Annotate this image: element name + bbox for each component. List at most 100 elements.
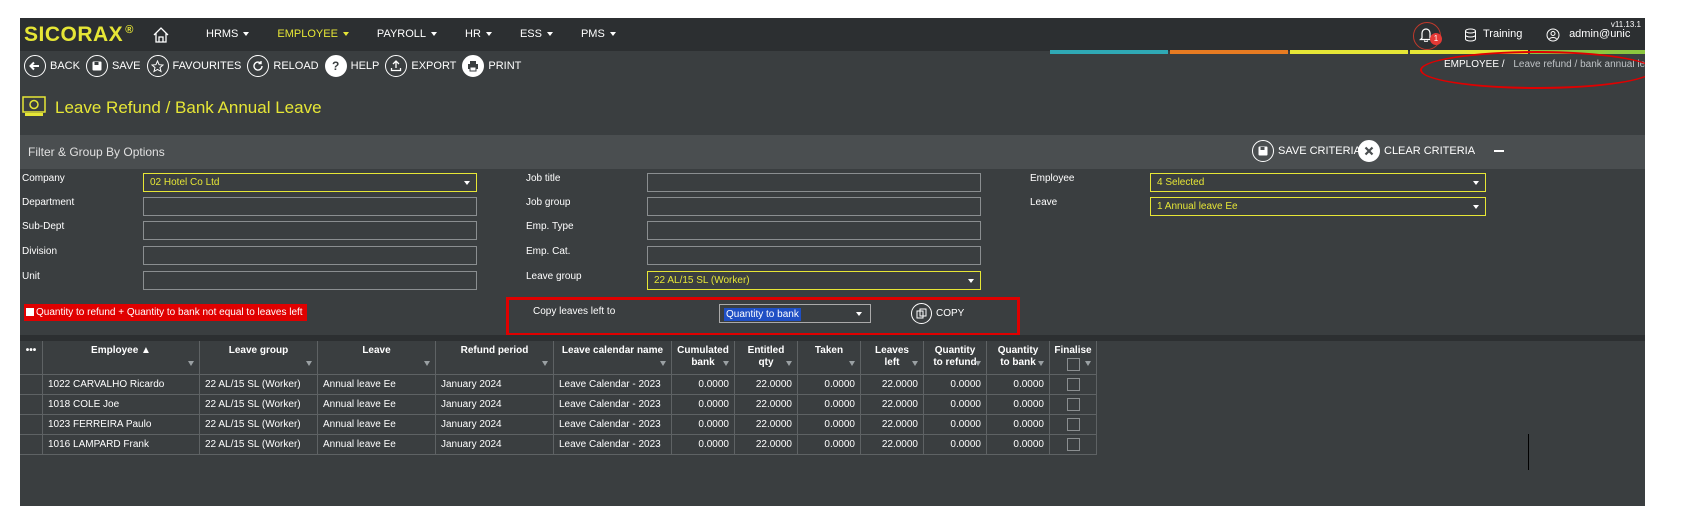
- column-header[interactable]: Cumulated bank: [672, 341, 735, 375]
- page-title: Leave Refund / Bank Annual Leave: [55, 98, 322, 117]
- table-row[interactable]: 1023 FERREIRA Paulo 22 AL/15 SL (Worker) A…: [20, 415, 1097, 435]
- column-header[interactable]: Entitled qty: [735, 341, 798, 375]
- filter-icon[interactable]: [723, 361, 729, 366]
- table-cell: 1022 CARVALHO Ricardo: [43, 375, 200, 395]
- row-selector[interactable]: [20, 375, 43, 395]
- row-selector[interactable]: [20, 415, 43, 435]
- column-header[interactable]: Refund period: [436, 341, 554, 375]
- filter-icon[interactable]: [660, 361, 666, 366]
- table-cell[interactable]: 0.0000: [987, 395, 1050, 415]
- chevron-down-icon: [609, 32, 616, 37]
- finalise-checkbox[interactable]: [1066, 397, 1080, 411]
- nav-hrms[interactable]: HRMS: [192, 18, 263, 51]
- print-button[interactable]: PRINT: [462, 55, 521, 77]
- toolbar: BACK SAVE FAVOURITES RELOAD ? HELP EXPORT…: [24, 55, 527, 77]
- table-row[interactable]: 1022 CARVALHO Ricardo 22 AL/15 SL (Worker…: [20, 375, 1097, 395]
- filter-icon[interactable]: [975, 361, 981, 366]
- leave-group-select[interactable]: 22 AL/15 SL (Worker): [647, 271, 981, 290]
- back-button[interactable]: BACK: [24, 55, 80, 77]
- department-input[interactable]: [143, 197, 477, 216]
- column-header[interactable]: Quantity to refund: [924, 341, 987, 375]
- copy-button[interactable]: COPY: [911, 303, 964, 324]
- job-group-label: Job group: [526, 197, 571, 208]
- chevron-down-icon: [1473, 181, 1479, 185]
- leave-select[interactable]: 1 Annual leave Ee: [1150, 197, 1486, 216]
- mismatch-checkbox[interactable]: [26, 308, 34, 316]
- grid-menu-icon[interactable]: •••: [20, 341, 43, 375]
- filter-icon[interactable]: [786, 361, 792, 366]
- division-input[interactable]: [143, 246, 477, 265]
- finalise-cell: [1050, 415, 1097, 435]
- unit-input[interactable]: [143, 271, 477, 290]
- filter-icon[interactable]: [424, 361, 430, 366]
- column-header[interactable]: Leaves left: [861, 341, 924, 375]
- table-cell[interactable]: 0.0000: [924, 435, 987, 455]
- version-label: v11.13.1: [1610, 20, 1641, 29]
- unit-label: Unit: [22, 271, 40, 282]
- home-icon[interactable]: [152, 26, 170, 44]
- emp-cat-input[interactable]: [647, 246, 981, 265]
- arrow-left-icon: [24, 55, 46, 77]
- finalise-all-checkbox[interactable]: [1066, 358, 1080, 371]
- main-menu: HRMS EMPLOYEE PAYROLL HR ESS PMS: [192, 18, 630, 51]
- clear-criteria-button[interactable]: CLEAR CRITERIA: [1358, 140, 1475, 162]
- table-row[interactable]: 1018 COLE Joe 22 AL/15 SL (Worker) Annual …: [20, 395, 1097, 415]
- collapse-icon[interactable]: [1494, 150, 1504, 152]
- nav-pms[interactable]: PMS: [567, 18, 630, 51]
- filter-icon[interactable]: [849, 361, 855, 366]
- chevron-down-icon: [342, 32, 349, 37]
- logo[interactable]: SICORAX ®: [24, 23, 134, 47]
- finalise-checkbox[interactable]: [1066, 417, 1080, 431]
- row-selector[interactable]: [20, 395, 43, 415]
- job-group-input[interactable]: [647, 197, 981, 216]
- employee-select[interactable]: 4 Selected: [1150, 173, 1486, 192]
- nav-payroll[interactable]: PAYROLL: [363, 18, 451, 51]
- emp-type-input[interactable]: [647, 221, 981, 240]
- training-button[interactable]: Training: [1464, 18, 1522, 51]
- filter-icon[interactable]: [542, 361, 548, 366]
- favourites-button[interactable]: FAVOURITES: [146, 55, 241, 77]
- mismatch-filter[interactable]: Quantity to refund + Quantity to bank no…: [24, 304, 307, 321]
- table-cell[interactable]: 0.0000: [924, 395, 987, 415]
- column-header[interactable]: Leave group: [200, 341, 318, 375]
- filter-icon[interactable]: [1085, 361, 1091, 366]
- nav-ess[interactable]: ESS: [506, 18, 567, 51]
- table-cell[interactable]: 0.0000: [987, 375, 1050, 395]
- nav-employee[interactable]: EMPLOYEE: [263, 18, 363, 51]
- column-header[interactable]: Taken: [798, 341, 861, 375]
- nav-hr[interactable]: HR: [451, 18, 506, 51]
- column-header[interactable]: Leave calendar name: [554, 341, 672, 375]
- table-cell: Leave Calendar - 2023: [554, 415, 672, 435]
- help-button[interactable]: ? HELP: [324, 55, 379, 77]
- copy-target-select[interactable]: Quantity to bank: [719, 304, 871, 323]
- table-cell[interactable]: 0.0000: [987, 435, 1050, 455]
- sub-dept-input[interactable]: [143, 221, 477, 240]
- table-cell[interactable]: 0.0000: [987, 415, 1050, 435]
- table-cell: Annual leave Ee: [318, 415, 436, 435]
- filter-icon[interactable]: [1038, 361, 1044, 366]
- table-cell[interactable]: 0.0000: [924, 415, 987, 435]
- filter-icon[interactable]: [912, 361, 918, 366]
- export-button[interactable]: EXPORT: [385, 55, 456, 77]
- filter-icon[interactable]: [306, 361, 312, 366]
- chevron-down-icon: [243, 32, 250, 37]
- save-button[interactable]: SAVE: [85, 55, 141, 77]
- column-header[interactable]: Employee ▲: [43, 341, 200, 375]
- column-header[interactable]: Leave: [318, 341, 436, 375]
- finalise-checkbox[interactable]: [1066, 437, 1080, 451]
- row-selector[interactable]: [20, 435, 43, 455]
- save-criteria-button[interactable]: SAVE CRITERIA: [1252, 140, 1361, 162]
- company-select[interactable]: 02 Hotel Co Ltd: [143, 173, 477, 192]
- table-cell: Annual leave Ee: [318, 395, 436, 415]
- table-cell: 22.0000: [861, 415, 924, 435]
- finalise-checkbox[interactable]: [1066, 377, 1080, 391]
- table-cell[interactable]: 0.0000: [924, 375, 987, 395]
- column-header[interactable]: Quantity to bank: [987, 341, 1050, 375]
- table-row[interactable]: 1016 LAMPARD Frank 22 AL/15 SL (Worker) An…: [20, 435, 1097, 455]
- column-header[interactable]: Finalise: [1050, 341, 1097, 375]
- reload-button[interactable]: RELOAD: [247, 55, 319, 77]
- job-title-input[interactable]: [647, 173, 981, 192]
- filter-title: Filter & Group By Options: [28, 145, 165, 159]
- employee-label: Employee: [1030, 173, 1075, 184]
- filter-icon[interactable]: [188, 361, 194, 366]
